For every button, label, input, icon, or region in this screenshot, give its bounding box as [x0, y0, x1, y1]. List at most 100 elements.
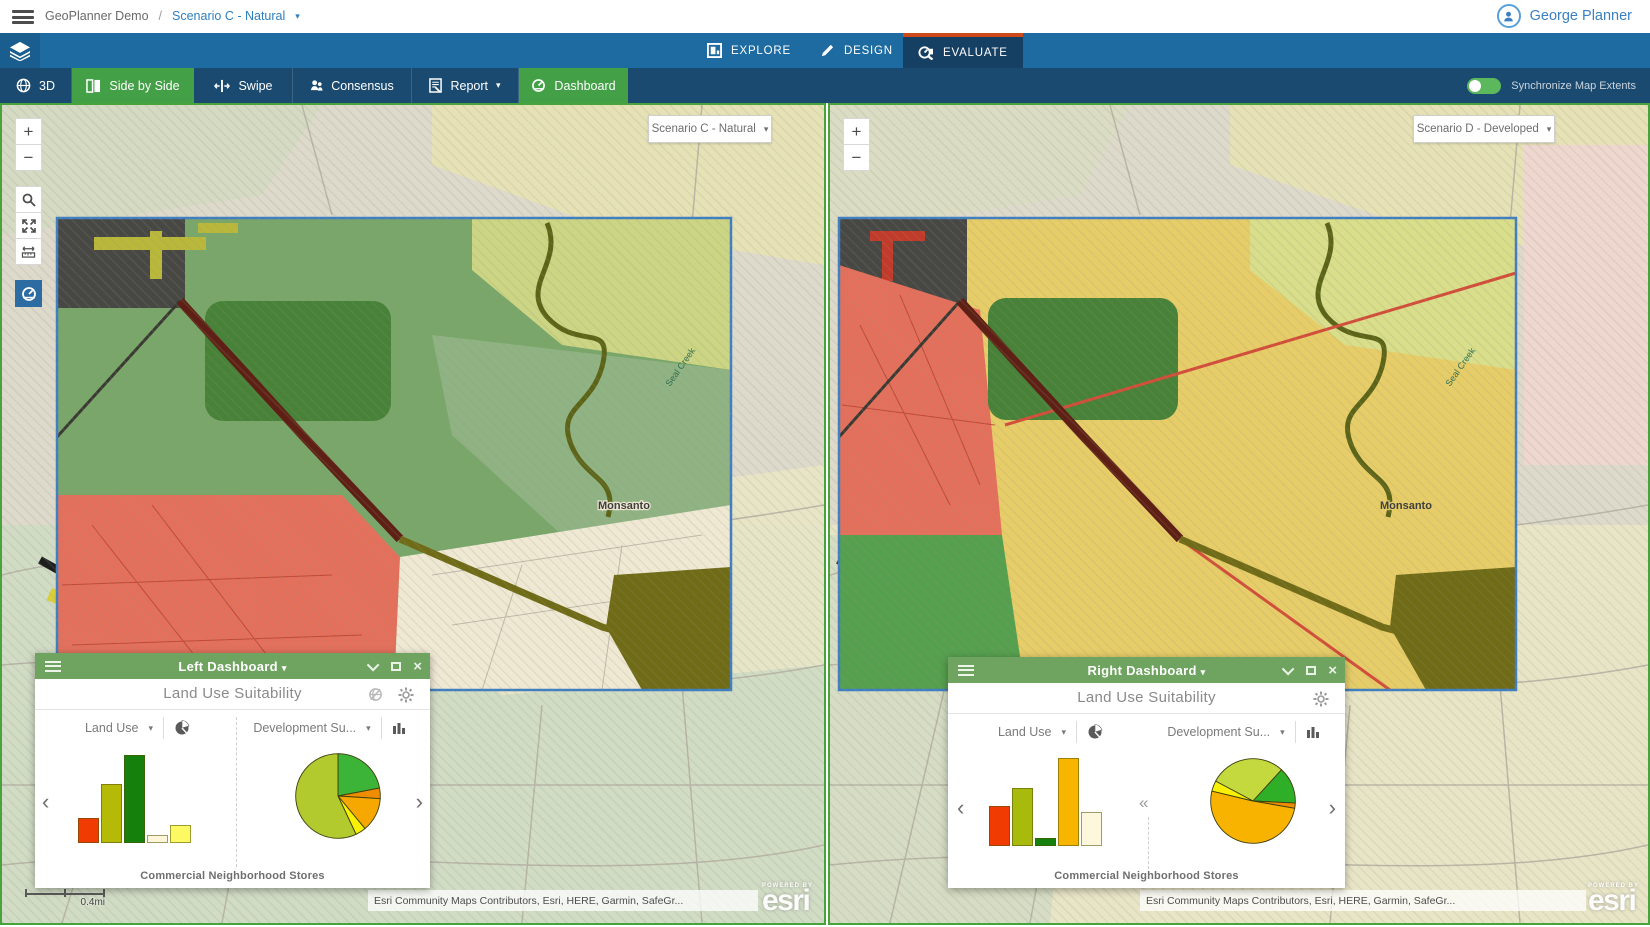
pie-chart-icon[interactable]: [1087, 724, 1103, 740]
gear-icon[interactable]: [1313, 691, 1329, 707]
side-by-side-button[interactable]: Side by Side: [72, 68, 194, 103]
field-caret-icon[interactable]: ▾: [1280, 728, 1285, 737]
dashboard-button[interactable]: Dashboard: [519, 68, 628, 103]
tab-label: DESIGN: [844, 45, 893, 57]
globe-icon: [16, 78, 31, 93]
widget-title: Land Use Suitability: [948, 689, 1345, 706]
dashboard-gauge-icon: [531, 79, 546, 92]
field-caret-icon[interactable]: ▾: [148, 724, 153, 733]
maximize-icon[interactable]: [391, 662, 401, 671]
scenario-select-value: Scenario C - Natural: [652, 123, 756, 135]
swipe-icon: [214, 79, 230, 93]
breadcrumb-scenario[interactable]: Scenario C - Natural: [172, 9, 285, 23]
dashboard-title-caret-icon[interactable]: ▾: [282, 663, 287, 673]
esri-logo-right: POWERED BY esri: [1588, 884, 1639, 913]
tab-explore[interactable]: EXPLORE: [693, 33, 805, 68]
tab-design[interactable]: DESIGN: [806, 33, 907, 68]
left-dashboard-header[interactable]: Left Dashboard ▾ ×: [35, 653, 430, 679]
user-menu[interactable]: George Planner: [1497, 4, 1632, 28]
maximize-icon[interactable]: [1306, 666, 1316, 675]
layers-icon: [9, 41, 31, 61]
attribution-right: Esri Community Maps Contributors, Esri, …: [1140, 890, 1586, 911]
chart1-controls: Land Use ▾: [55, 715, 220, 741]
scenario-caret-icon[interactable]: ▾: [295, 12, 300, 21]
dashboard-title-caret-icon[interactable]: ▾: [1201, 667, 1206, 677]
sync-extents-control: Synchronize Map Extents: [1467, 68, 1636, 103]
chart2-field-select[interactable]: Development Su...: [253, 721, 356, 735]
carousel-prev-button[interactable]: ‹: [42, 791, 49, 813]
development-suitability-pie-chart: [292, 750, 384, 847]
full-extent-button[interactable]: [15, 212, 42, 239]
tab-evaluate[interactable]: EVALUATE: [903, 33, 1023, 68]
chart2-field-select[interactable]: Development Su...: [1167, 725, 1270, 739]
carousel-next-button[interactable]: ›: [1329, 797, 1336, 819]
button-label: Dashboard: [554, 79, 615, 93]
report-icon: [429, 78, 442, 93]
attribution-text: Esri Community Maps Contributors, Esri, …: [1146, 895, 1455, 907]
field-caret-icon[interactable]: ▾: [1061, 728, 1066, 737]
map-place-label: Monsanto: [598, 500, 650, 512]
scale-bar-label: 0.4mi: [25, 897, 105, 908]
carousel-prev-button[interactable]: ‹: [957, 797, 964, 819]
zoom-out-button-right[interactable]: −: [843, 144, 870, 171]
evaluate-gauge-icon: [917, 45, 934, 60]
breadcrumb: GeoPlanner Demo / Scenario C - Natural ▾: [45, 9, 300, 23]
button-label: Consensus: [331, 79, 394, 93]
dashboard-toggle-button-left[interactable]: [15, 280, 42, 307]
chart1-field-select[interactable]: Land Use: [85, 721, 139, 735]
app-header: GeoPlanner Demo / Scenario C - Natural ▾…: [0, 0, 1650, 33]
column-chart-icon[interactable]: [392, 721, 407, 735]
measure-button[interactable]: [15, 238, 42, 265]
tab-label: EVALUATE: [943, 47, 1008, 59]
chart1-field-select[interactable]: Land Use: [998, 725, 1052, 739]
sync-extents-label: Synchronize Map Extents: [1511, 80, 1636, 92]
land-use-bar-chart: [78, 755, 191, 843]
scenario-select-right[interactable]: Scenario D - Developed ▾: [1413, 115, 1555, 143]
attribution-text: Esri Community Maps Contributors, Esri, …: [374, 895, 683, 907]
pie-chart-icon[interactable]: [174, 720, 190, 736]
development-suitability-pie-chart: [1207, 755, 1299, 852]
button-label: 3D: [39, 79, 55, 93]
button-label: Swipe: [238, 79, 272, 93]
zoom-out-button-left[interactable]: −: [15, 144, 42, 171]
tab-label: EXPLORE: [731, 45, 791, 57]
dashboard-title-text[interactable]: Right Dashboard: [1088, 663, 1197, 678]
main-menu-icon[interactable]: [12, 10, 34, 24]
3d-button[interactable]: 3D: [0, 68, 72, 103]
close-icon[interactable]: ×: [1328, 663, 1337, 678]
dropdown-caret-icon: ▾: [1547, 125, 1552, 134]
zoom-in-button-left[interactable]: +: [15, 118, 42, 145]
swipe-button[interactable]: Swipe: [195, 68, 293, 103]
visibility-off-icon[interactable]: [367, 687, 384, 702]
esri-wordmark: esri: [1588, 889, 1639, 913]
collapse-divider-button[interactable]: «: [1139, 793, 1148, 813]
report-button[interactable]: Report ▾: [412, 68, 519, 103]
esri-wordmark: esri: [762, 889, 813, 913]
widget-title-row: Land Use Suitability: [35, 679, 430, 710]
dashboard-menu-icon[interactable]: [45, 661, 61, 672]
attribution-left: Esri Community Maps Contributors, Esri, …: [368, 890, 758, 911]
sync-extents-toggle[interactable]: [1467, 78, 1501, 94]
chart-divider: [1148, 817, 1149, 869]
column-chart-icon[interactable]: [1306, 725, 1321, 739]
chart-footer-label: Commercial Neighborhood Stores: [35, 870, 430, 882]
layers-button[interactable]: [0, 33, 40, 68]
search-button[interactable]: [15, 186, 42, 213]
evaluate-toolbar: 3D Side by Side Swipe Consensus Report ▾…: [0, 68, 1650, 103]
scenario-select-value: Scenario D - Developed: [1417, 123, 1539, 135]
consensus-button[interactable]: Consensus: [293, 68, 412, 103]
close-icon[interactable]: ×: [413, 659, 422, 674]
field-caret-icon[interactable]: ▾: [366, 724, 371, 733]
scenario-select-left[interactable]: Scenario C - Natural ▾: [648, 115, 772, 143]
user-avatar-icon: [1497, 4, 1521, 28]
dashboard-menu-icon[interactable]: [958, 665, 974, 676]
land-use-bar-chart: [989, 758, 1102, 846]
side-by-side-icon: [86, 79, 101, 93]
dashboard-title-text[interactable]: Left Dashboard: [178, 659, 278, 674]
zoom-in-button-right[interactable]: +: [843, 118, 870, 145]
esri-logo-left: POWERED BY esri: [762, 884, 813, 913]
gear-icon[interactable]: [398, 687, 414, 703]
widget-title-row: Land Use Suitability: [948, 683, 1345, 714]
carousel-next-button[interactable]: ›: [416, 791, 423, 813]
right-dashboard-header[interactable]: Right Dashboard ▾ ×: [948, 657, 1345, 683]
